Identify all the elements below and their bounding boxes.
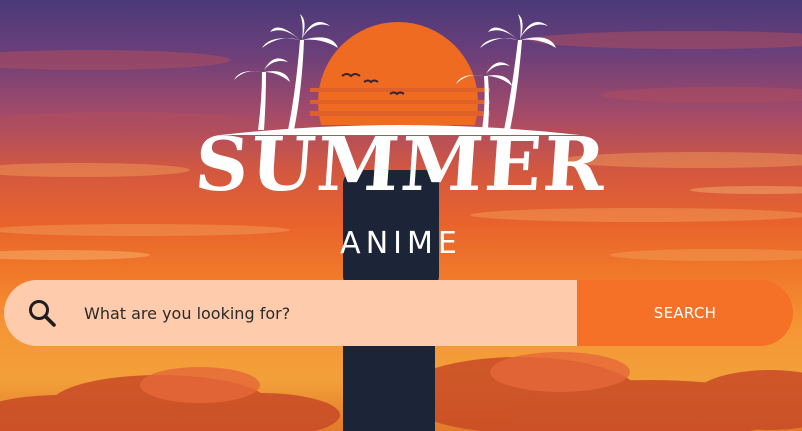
search-input[interactable] <box>82 292 556 334</box>
logo-subtitle: ANIME <box>340 226 462 261</box>
search-field <box>4 280 577 346</box>
logo-title: SUMMER <box>192 122 610 208</box>
summer-logo-emblem <box>220 14 580 135</box>
search-icon <box>29 300 56 327</box>
search-button[interactable]: SEARCH <box>577 280 793 346</box>
search-bar: SEARCH <box>4 280 793 346</box>
hero-banner: SUMMER ANIME SEARCH <box>0 0 802 431</box>
